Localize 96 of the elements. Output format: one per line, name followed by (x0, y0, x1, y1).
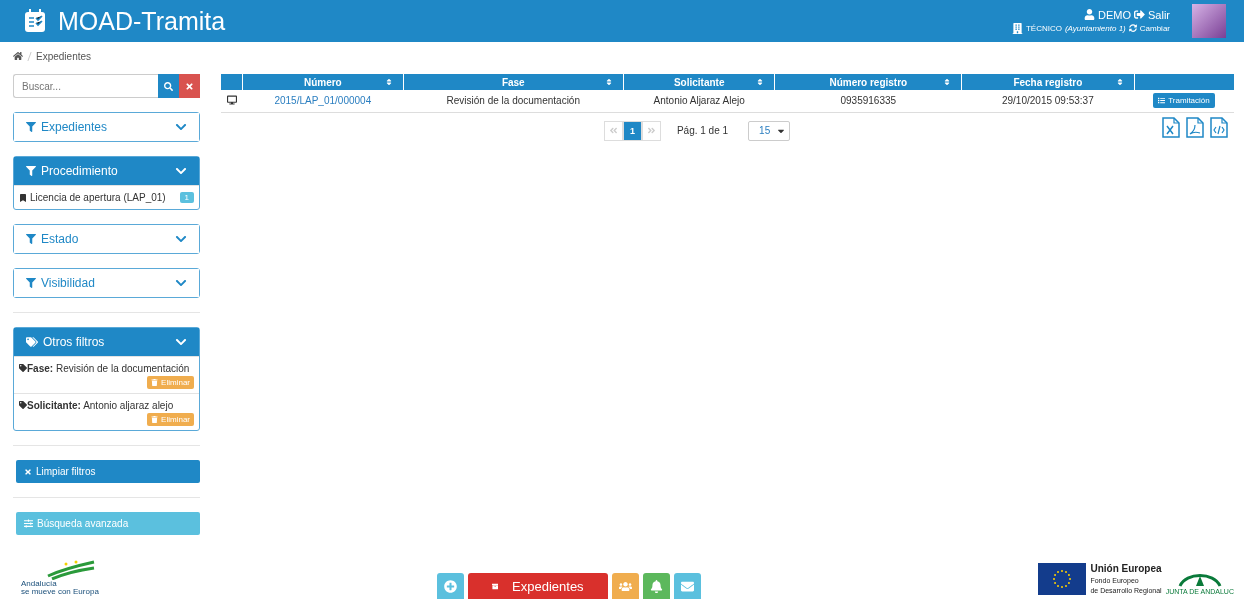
toolbar-button[interactable] (611, 573, 639, 599)
filter-title: Estado (41, 232, 79, 246)
excel-file-icon[interactable] (1162, 116, 1180, 138)
app-title: MOAD-Tramita (58, 6, 226, 36)
filter-icon (26, 166, 36, 176)
filter-icon (26, 122, 36, 132)
logout-icon (1134, 9, 1145, 20)
bookmark-icon (19, 193, 27, 202)
users-icon (618, 579, 632, 593)
filter-panel-header[interactable]: Procedimiento (14, 157, 199, 185)
filter-icon (26, 234, 36, 244)
filter-panel-header[interactable]: Expedientes (14, 113, 199, 141)
filter-panel-header[interactable]: Estado (14, 225, 199, 253)
filter-title: Procedimiento (41, 164, 118, 178)
user-name: DEMO (1098, 8, 1131, 21)
user-icon (1084, 9, 1095, 20)
table-cell: Antonio Aljaraz Alejo (653, 95, 745, 107)
envelope-icon (680, 579, 694, 593)
monitor-icon (226, 94, 237, 105)
records-tab-button[interactable]: Expedientes (467, 573, 608, 599)
table-cell: 29/10/2015 09:53:37 (1001, 95, 1094, 107)
table-cell: 0935916335 (840, 95, 897, 107)
count-badge: 1 (179, 192, 194, 203)
table-cell: Revisión de la documentación (446, 95, 580, 107)
page-size-select[interactable]: 15 (748, 120, 791, 141)
search-icon (164, 81, 173, 91)
bell-icon (649, 579, 663, 593)
remove-button[interactable]: Eliminar (147, 413, 194, 426)
change-link[interactable]: Cambiar (1139, 23, 1170, 33)
eu-title: Unión Europea (1090, 562, 1162, 574)
column-header[interactable]: Número registro (774, 74, 962, 90)
filter-icon (26, 278, 36, 288)
logo-drawing (46, 560, 96, 580)
column-header[interactable]: Número (242, 74, 404, 90)
eu-flag-icon (1038, 563, 1087, 595)
filter-title: Otros filtros (43, 335, 105, 349)
tag-icon (19, 401, 27, 409)
process-button[interactable]: Tramitación (1153, 93, 1215, 109)
filter-title: Visibilidad (41, 276, 95, 290)
sliders-icon (24, 519, 33, 528)
filter-panel-header[interactable]: Otros filtros (14, 328, 199, 356)
filter-panel-header[interactable]: Visibilidad (14, 269, 199, 297)
remove-button[interactable]: Eliminar (147, 376, 194, 389)
refresh-icon (1128, 24, 1137, 32)
trash-icon (151, 416, 159, 423)
advanced-search-button[interactable]: Búsqueda avanzada (16, 512, 200, 535)
chevron-down-icon (175, 233, 187, 245)
clear-filters-button[interactable]: Limpiar filtros (16, 460, 200, 483)
search-field[interactable]: Buscar... (13, 74, 158, 98)
column-header[interactable]: Fase (403, 74, 624, 90)
close-icon (24, 467, 32, 476)
clear-search-button[interactable] (179, 74, 200, 98)
toolbar-button[interactable] (673, 573, 701, 599)
avatar-image[interactable] (1192, 4, 1226, 38)
procedure-item[interactable]: Licencia de apertura (LAP_01) 1 (14, 185, 199, 209)
toolbar-button[interactable] (642, 573, 670, 599)
record-link[interactable]: 2015/LAP_01/000004 (274, 95, 372, 107)
clipboard-icon (22, 8, 48, 34)
code-file-icon[interactable] (1210, 116, 1228, 138)
double-right-icon (646, 126, 656, 135)
sort-icon (604, 78, 613, 86)
sort-icon (756, 78, 765, 86)
last-page-button[interactable] (641, 120, 661, 141)
search-button[interactable] (158, 74, 179, 98)
filter-tag-text: Solicitante: Antonio aljaraz alejo (19, 400, 194, 411)
home-icon[interactable] (13, 51, 23, 61)
logo-text: se mueve con Europa (21, 588, 99, 596)
double-left-icon (608, 126, 618, 135)
chevron-down-icon (175, 121, 187, 133)
toolbar-button[interactable] (436, 573, 464, 599)
sort-icon (943, 78, 952, 86)
tag-icon (19, 364, 27, 372)
organization-label: (Ayuntamiento 1) (1064, 23, 1126, 33)
role-label: TÉCNICO (1025, 23, 1062, 33)
filter-tag-text: Fase: Revisión de la documentación (19, 363, 194, 374)
chevron-down-icon (175, 277, 187, 289)
trash-icon (151, 379, 159, 386)
chevron-down-icon (175, 336, 187, 348)
close-icon (185, 81, 194, 91)
list-icon (1158, 97, 1166, 105)
logout-link[interactable]: Salir (1148, 8, 1170, 21)
filter-title: Expedientes (41, 120, 108, 134)
building-icon (1011, 22, 1023, 34)
breadcrumb-item: Expedientes (36, 50, 92, 62)
sort-icon (1115, 78, 1124, 86)
sort-icon (384, 78, 393, 86)
page-button[interactable]: 1 (622, 120, 642, 141)
pdf-file-icon[interactable] (1186, 116, 1204, 138)
column-header[interactable]: Solicitante (623, 74, 775, 90)
page-info: Pág. 1 de 1 (676, 125, 729, 136)
plus-icon (443, 579, 457, 593)
column-header[interactable]: Fecha registro (961, 74, 1134, 90)
tags-icon (26, 336, 38, 348)
logo-text: Andalucía (21, 580, 58, 588)
header-cell (220, 74, 243, 90)
chevron-down-icon (175, 165, 187, 177)
